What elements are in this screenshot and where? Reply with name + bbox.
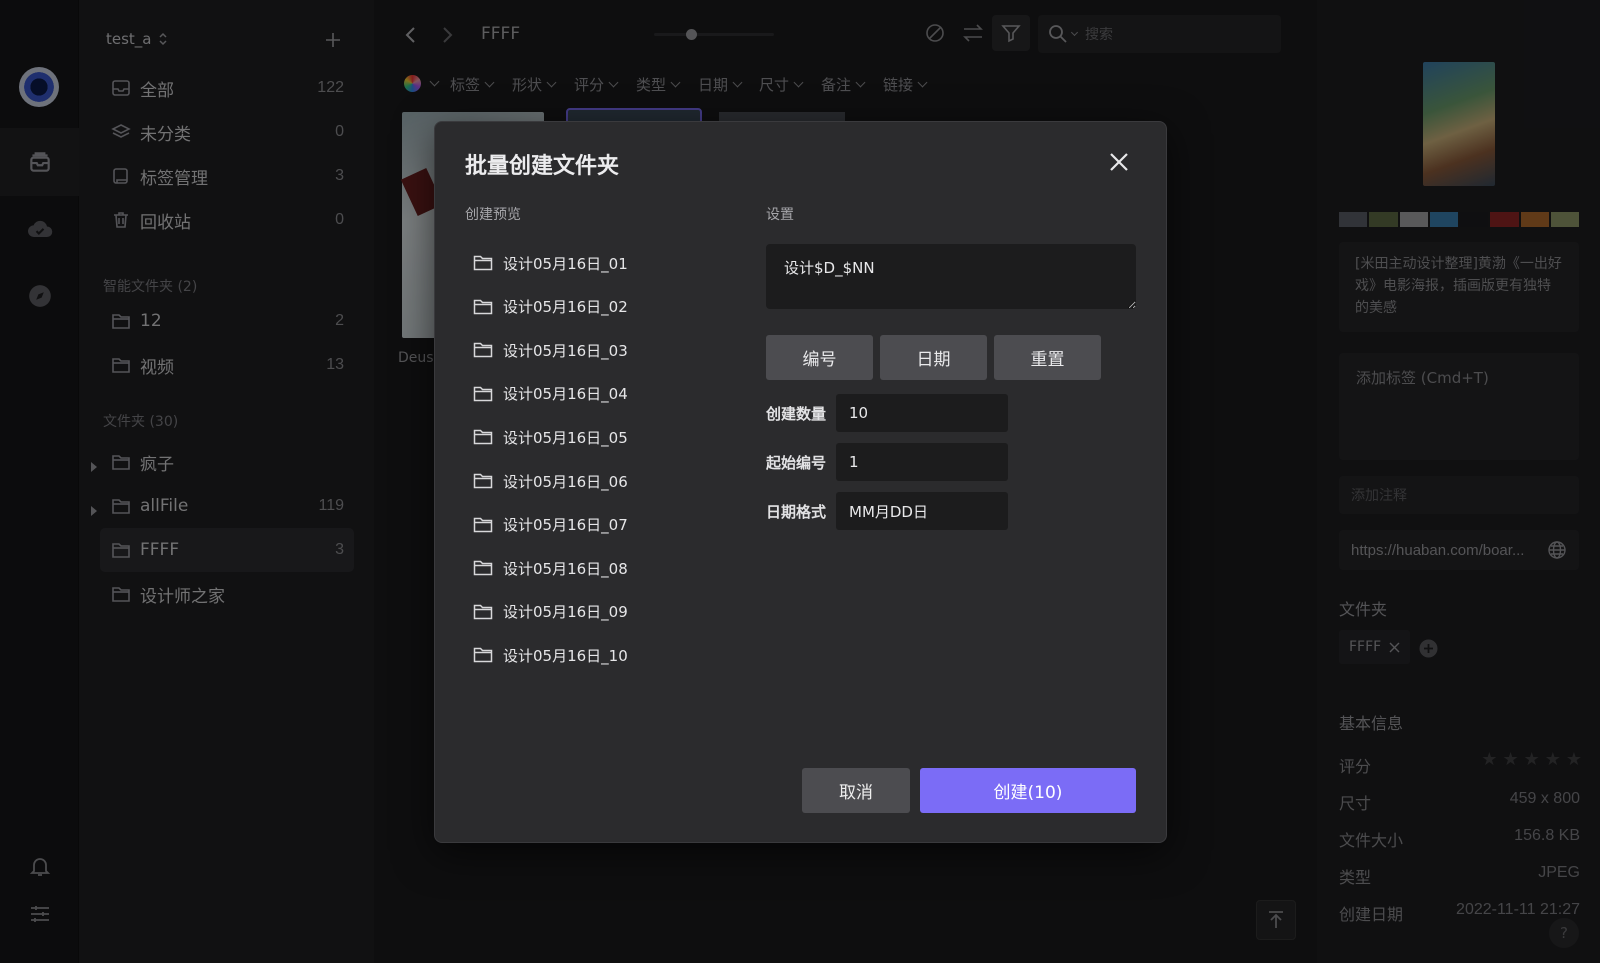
date-format-label: 日期格式	[766, 503, 827, 521]
reset-button[interactable]: 重置	[994, 335, 1101, 380]
settings-header: 设置	[766, 207, 794, 223]
count-input[interactable]: 10	[836, 394, 1008, 432]
app-window: test_a 全部 122 未分类 0 标签管理 3 回收站 0 智能文件夹 (…	[0, 0, 1600, 963]
preview-item-label: 设计05月16日_09	[503, 603, 628, 622]
preview-item: 设计05月16日_04	[473, 381, 628, 407]
folder-icon	[473, 648, 493, 663]
preview-item: 设计05月16日_08	[473, 555, 628, 581]
count-label: 创建数量	[766, 405, 827, 423]
preview-item-label: 设计05月16日_02	[503, 298, 628, 317]
preview-item-label: 设计05月16日_01	[503, 254, 628, 273]
preview-item-label: 设计05月16日_05	[503, 428, 628, 447]
insert-date-button[interactable]: 日期	[880, 335, 987, 380]
preview-header: 创建预览	[465, 207, 521, 223]
folder-icon	[473, 299, 493, 314]
preview-item-label: 设计05月16日_10	[503, 646, 628, 665]
create-button[interactable]: 创建(10)	[920, 768, 1136, 813]
folder-icon	[473, 560, 493, 576]
batch-create-folder-dialog: 批量创建文件夹 创建预览 设置 设计05月16日_01 设计05月16日_02 设计…	[434, 121, 1167, 843]
preview-item-label: 设计05月16日_06	[503, 472, 628, 491]
folder-icon	[473, 604, 493, 620]
preview-item-label: 设计05月16日_03	[503, 341, 628, 360]
insert-number-button[interactable]: 编号	[766, 335, 873, 380]
preview-item-label: 设计05月16日_08	[503, 559, 628, 578]
date-format-input[interactable]: MM月DD日	[836, 492, 1008, 530]
name-pattern-input[interactable]: 设计$D_$NN	[766, 244, 1136, 309]
preview-item-label: 设计05月16日_07	[503, 516, 628, 535]
preview-item: 设计05月16日_03	[473, 337, 628, 363]
folder-icon	[473, 517, 493, 532]
preview-item: 设计05月16日_06	[473, 468, 628, 494]
start-number-input[interactable]: 1	[836, 443, 1008, 481]
preview-item-label: 设计05月16日_04	[503, 385, 628, 404]
preview-item: 设计05月16日_09	[473, 599, 628, 625]
folder-icon	[473, 255, 493, 271]
close-icon[interactable]	[1105, 148, 1133, 176]
start-number-label: 起始编号	[766, 454, 827, 472]
folder-icon	[473, 342, 493, 358]
folder-icon	[473, 473, 493, 489]
folder-icon	[473, 386, 493, 402]
preview-item: 设计05月16日_07	[473, 512, 628, 538]
cancel-button[interactable]: 取消	[802, 768, 910, 813]
preview-item: 设计05月16日_01	[473, 250, 628, 276]
folder-icon	[473, 430, 493, 445]
preview-item: 设计05月16日_10	[473, 642, 628, 668]
preview-item: 设计05月16日_02	[473, 294, 628, 320]
preview-item: 设计05月16日_05	[473, 424, 628, 450]
dialog-title: 批量创建文件夹	[465, 154, 620, 179]
